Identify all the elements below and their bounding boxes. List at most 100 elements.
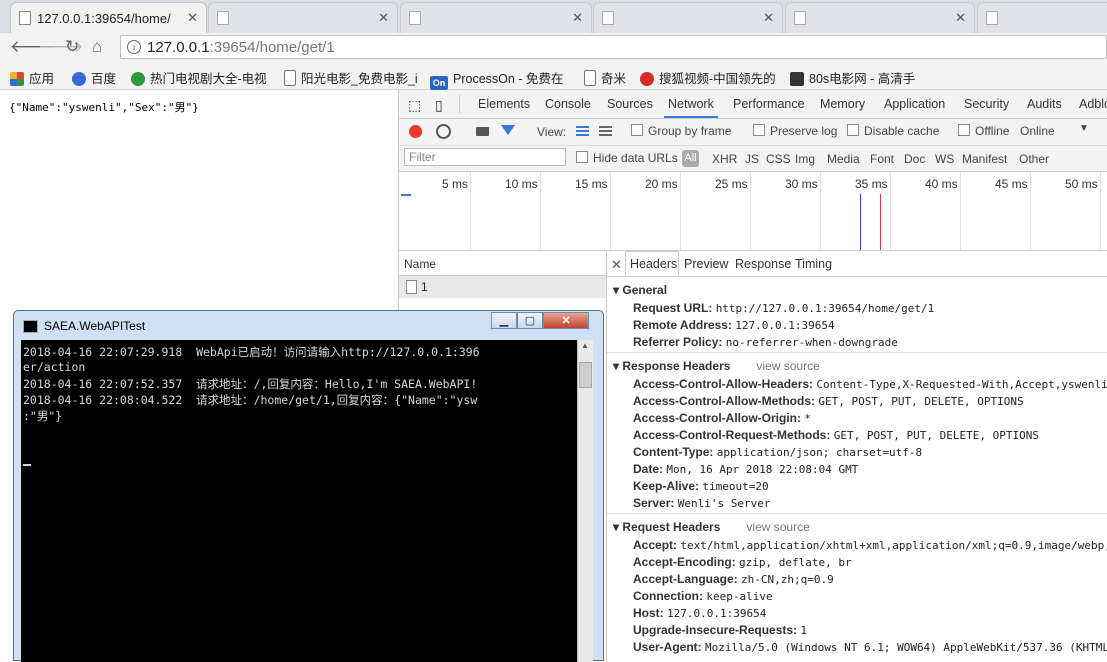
- request-headers-toggle[interactable]: ▾ Request Headers view source: [613, 520, 810, 534]
- record-icon[interactable]: [409, 125, 422, 138]
- preserve-log-checkbox[interactable]: Preserve log: [753, 124, 837, 138]
- filter-img[interactable]: Img: [795, 152, 815, 166]
- bookmark-label: 奇米: [601, 72, 627, 86]
- console-window[interactable]: SAEA.WebAPITest ▁ ▢ ✕ 2018-04-16 22:07:2…: [13, 310, 604, 662]
- bookmark-item[interactable]: 阳光电影_免费电影_i: [284, 68, 418, 87]
- filter-manifest[interactable]: Manifest: [962, 152, 1007, 166]
- browser-tab[interactable]: [977, 2, 1107, 33]
- tab-timing[interactable]: Timing: [795, 257, 832, 271]
- timeline-tick-label: 50 ms: [1065, 177, 1098, 191]
- filter-css[interactable]: CSS: [766, 152, 791, 166]
- filter-ws[interactable]: WS: [935, 152, 954, 166]
- maximize-icon[interactable]: ▢: [517, 312, 543, 329]
- console-output[interactable]: 2018-04-16 22:07:29.918 WebApi已启动！访问请输入h…: [21, 340, 577, 662]
- list-view-icon[interactable]: [576, 126, 589, 137]
- chevron-down-icon[interactable]: ▼: [1079, 123, 1089, 134]
- document-icon: [406, 280, 417, 294]
- close-icon[interactable]: ✕: [572, 10, 583, 26]
- timeline-gridline: [1100, 172, 1101, 250]
- header-key: Accept-Language:: [633, 572, 738, 586]
- reload-icon[interactable]: ↻: [65, 37, 79, 57]
- browser-tab[interactable]: ✕: [785, 2, 975, 33]
- tab-memory[interactable]: Memory: [820, 97, 865, 111]
- request-row[interactable]: 1: [399, 276, 606, 298]
- browser-tab[interactable]: ✕: [593, 2, 783, 33]
- filter-doc[interactable]: Doc: [904, 152, 925, 166]
- group-by-frame-checkbox[interactable]: Group by frame: [631, 124, 731, 138]
- filter-funnel-icon[interactable]: [501, 125, 515, 135]
- header-row: User-Agent: Mozilla/5.0 (Windows NT 6.1;…: [633, 640, 1107, 654]
- header-key: Access-Control-Allow-Methods:: [633, 394, 816, 408]
- bookmark-item[interactable]: 百度: [72, 68, 116, 87]
- browser-tab[interactable]: ✕: [208, 2, 398, 33]
- bookmark-item[interactable]: 热门电视剧大全-电视: [131, 68, 267, 87]
- device-toolbar-icon[interactable]: ▯: [435, 97, 443, 114]
- filter-media[interactable]: Media: [827, 152, 860, 166]
- tab-console[interactable]: Console: [545, 97, 591, 111]
- browser-tab[interactable]: ✕: [400, 2, 592, 33]
- header-row: Referrer Policy: no-referrer-when-downgr…: [633, 335, 898, 349]
- document-icon: [584, 70, 596, 86]
- bookmark-item[interactable]: 80s电影网 - 高清手: [790, 68, 915, 87]
- close-icon[interactable]: ✕: [378, 10, 389, 26]
- tab-response[interactable]: Response: [735, 257, 791, 271]
- header-key: Accept:: [633, 538, 678, 552]
- view-source-link[interactable]: view source: [746, 520, 809, 534]
- header-value: Content-Type,X-Requested-With,Accept,ysw…: [816, 378, 1107, 391]
- section-divider: [607, 513, 1107, 514]
- tab-application[interactable]: Application: [884, 97, 945, 111]
- header-row: Host: 127.0.0.1:39654: [633, 606, 766, 620]
- filter-font[interactable]: Font: [870, 152, 894, 166]
- timeline-tick-label: 5 ms: [442, 177, 469, 191]
- filter-xhr[interactable]: XHR: [712, 152, 737, 166]
- tab-performance[interactable]: Performance: [733, 97, 805, 111]
- checkbox-label: Preserve log: [770, 124, 838, 138]
- view-source-link[interactable]: view source: [756, 359, 819, 373]
- close-icon[interactable]: ✕: [955, 10, 966, 26]
- close-icon[interactable]: ✕: [543, 312, 589, 329]
- filter-js[interactable]: JS: [745, 152, 759, 166]
- clear-icon[interactable]: [436, 124, 451, 139]
- tab-headers[interactable]: Headers: [630, 257, 677, 271]
- console-scrollbar[interactable]: ▲: [577, 340, 593, 662]
- minimize-icon[interactable]: ▁: [491, 312, 517, 329]
- network-timeline-overview[interactable]: 5 ms 10 ms 15 ms 20 ms 25 ms 30 ms 35 ms…: [399, 172, 1107, 251]
- name-column-header[interactable]: Name: [399, 251, 606, 276]
- camera-icon[interactable]: [476, 127, 489, 136]
- hide-data-urls-checkbox[interactable]: Hide data URLs: [576, 151, 678, 165]
- tab-elements[interactable]: Elements: [478, 97, 530, 111]
- tab-adblock[interactable]: Adblo: [1079, 97, 1107, 111]
- timeline-tick-label: 10 ms: [505, 177, 538, 191]
- close-icon[interactable]: ✕: [187, 10, 198, 26]
- close-icon[interactable]: ✕: [763, 10, 774, 26]
- tab-security[interactable]: Security: [964, 97, 1009, 111]
- header-row: Access-Control-Allow-Headers: Content-Ty…: [633, 377, 1107, 391]
- throttling-select[interactable]: Online: [1020, 124, 1055, 138]
- offline-checkbox[interactable]: Offline: [958, 124, 1009, 138]
- filter-all-button[interactable]: All: [682, 150, 699, 167]
- waterfall-view-icon[interactable]: [599, 126, 612, 137]
- tab-sources[interactable]: Sources: [607, 97, 653, 111]
- inspect-element-icon[interactable]: ⬚: [408, 97, 421, 114]
- address-bar[interactable]: i 127.0.0.1:39654/home/get/1: [120, 35, 1107, 59]
- timeline-tick-label: 20 ms: [645, 177, 678, 191]
- scrollbar-thumb[interactable]: [579, 362, 592, 388]
- timeline-tick-label: 35 ms: [855, 177, 888, 191]
- response-headers-toggle[interactable]: ▾ Response Headers view source: [613, 359, 820, 373]
- bookmark-apps[interactable]: 应用: [10, 68, 54, 87]
- filter-other[interactable]: Other: [1019, 152, 1049, 166]
- bookmark-item[interactable]: On ProcessOn - 免费在: [430, 68, 563, 90]
- home-icon[interactable]: ⌂: [92, 37, 102, 57]
- browser-tab-active[interactable]: 127.0.0.1:39654/home/ ✕: [10, 2, 207, 33]
- tab-audits[interactable]: Audits: [1027, 97, 1062, 111]
- filter-input[interactable]: Filter: [404, 148, 566, 166]
- tab-preview[interactable]: Preview: [684, 257, 728, 271]
- bookmark-item[interactable]: 搜狐视频-中国领先的: [640, 68, 776, 87]
- scroll-up-arrow-icon[interactable]: ▲: [579, 341, 591, 353]
- tab-network[interactable]: Network: [668, 97, 714, 111]
- close-icon[interactable]: ✕: [611, 257, 622, 273]
- disable-cache-checkbox[interactable]: Disable cache: [847, 124, 939, 138]
- info-icon[interactable]: i: [127, 40, 141, 54]
- bookmark-item[interactable]: 奇米: [584, 68, 626, 87]
- general-section-toggle[interactable]: ▾ General: [613, 283, 667, 297]
